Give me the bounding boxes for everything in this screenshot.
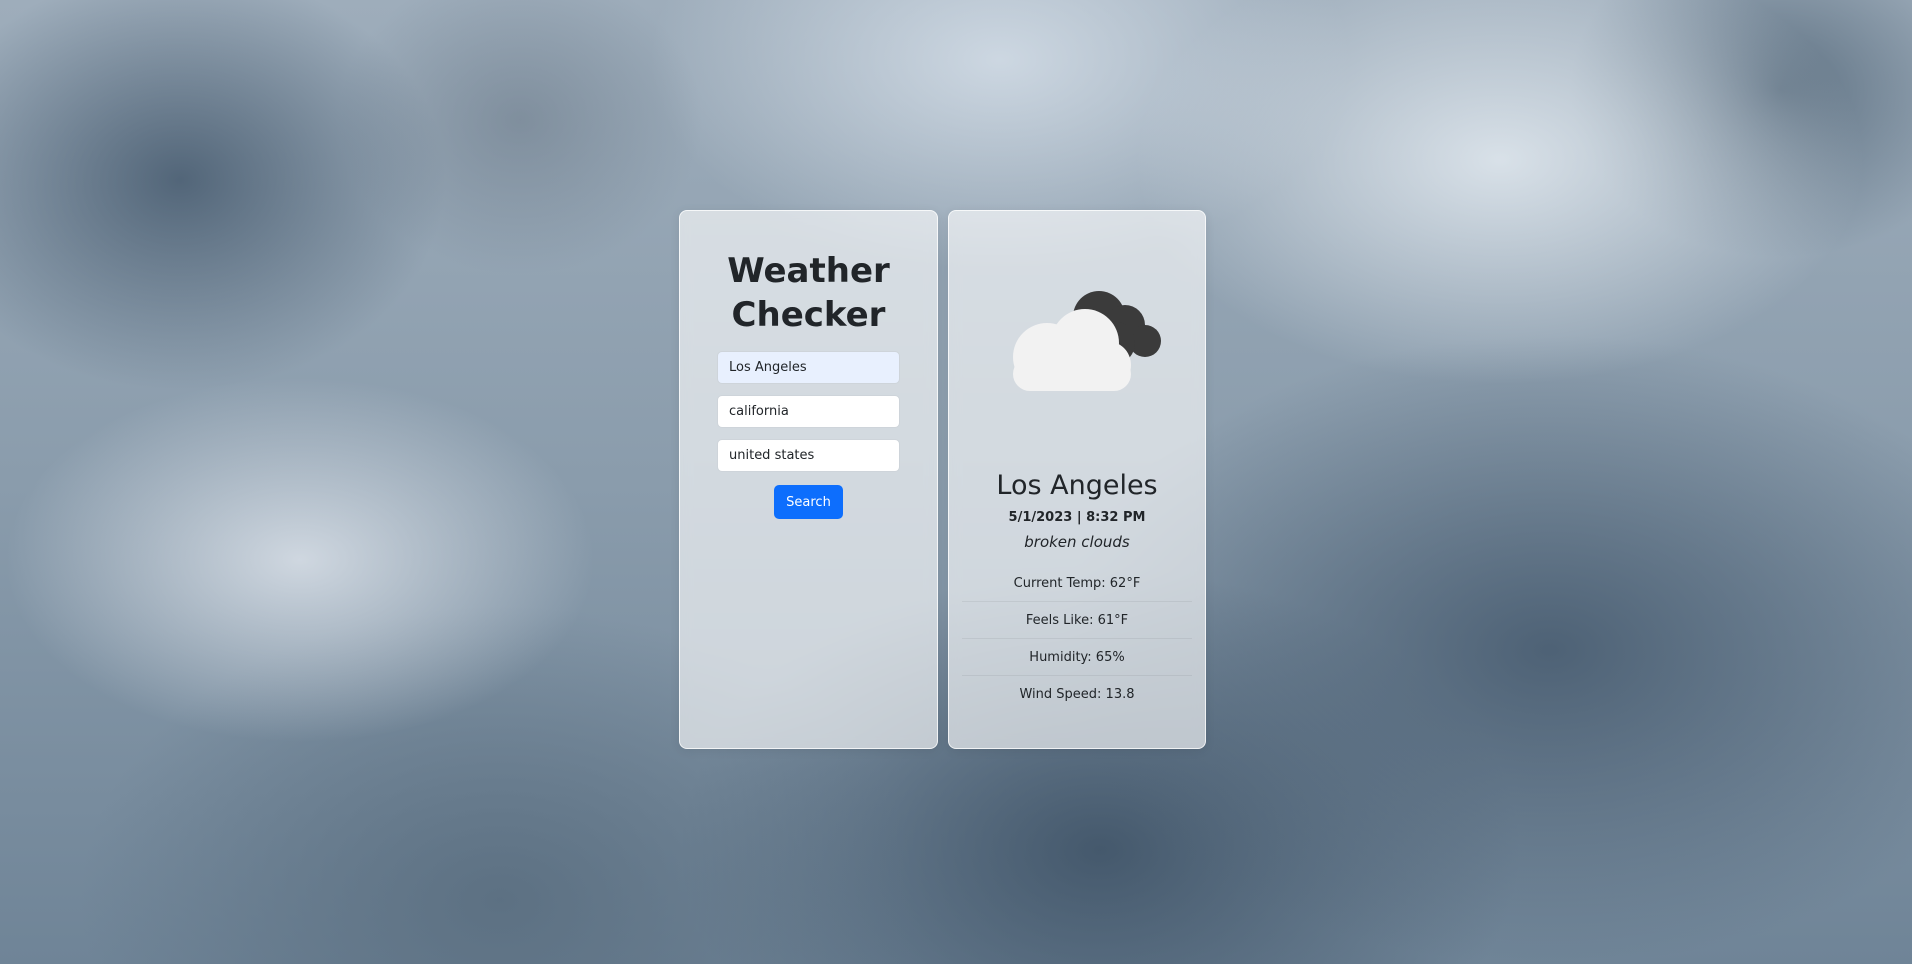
main-layout: Weather Checker Search Los Angeles 5/1/2… [679,210,1206,749]
city-name: Los Angeles [996,470,1158,501]
state-input[interactable] [717,395,900,428]
weather-description: broken clouds [1024,533,1130,551]
humidity: Humidity: 65% [962,639,1192,676]
current-temp: Current Temp: 62°F [962,565,1192,602]
weather-stats-list: Current Temp: 62°F Feels Like: 61°F Humi… [962,565,1192,713]
country-input[interactable] [717,439,900,472]
app-title: Weather Checker [727,251,890,335]
broken-clouds-icon [1013,291,1161,391]
city-input[interactable] [717,351,900,384]
date-time: 5/1/2023 | 8:32 PM [1008,510,1146,525]
weather-panel: Los Angeles 5/1/2023 | 8:32 PM broken cl… [948,210,1206,749]
search-button[interactable]: Search [774,485,843,519]
wind-speed: Wind Speed: 13.8 [1019,687,1135,702]
search-panel: Weather Checker Search [679,210,938,749]
feels-like: Feels Like: 61°F [962,602,1192,639]
